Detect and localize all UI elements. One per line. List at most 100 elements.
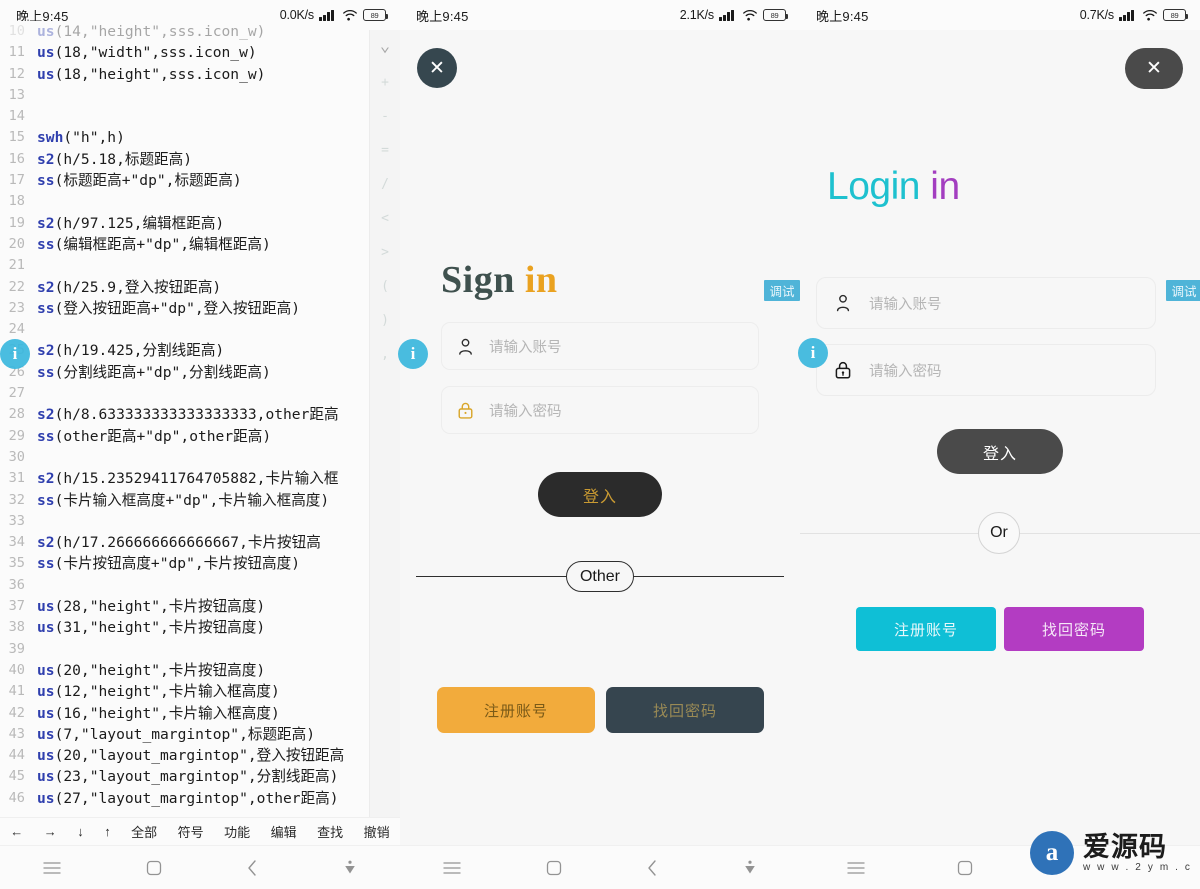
panel-code-editor: 晚上9:45 0.0K/s 89 10 us(14,"height",sss.ic… — [0, 0, 400, 889]
home-square-icon[interactable] — [546, 860, 562, 876]
code-line[interactable]: 16 s2(h/5.18,标题距高) — [0, 149, 369, 170]
login-button[interactable]: 登入 — [937, 429, 1063, 474]
code-line[interactable]: 46 us(27,"layout_margintop",other距高) — [0, 788, 369, 809]
home-square-icon[interactable] — [146, 860, 162, 876]
toolbar-function[interactable]: 功能 — [224, 822, 250, 841]
info-floating-icon[interactable]: i — [398, 339, 428, 369]
panel-login-in: 晚上9:45 0.7K/s 89 ✕ Login in 请输入账号 请输入密码 … — [800, 0, 1200, 889]
code-line[interactable]: 11 us(18,"width",sss.icon_w) — [0, 42, 369, 63]
download-arrow-icon[interactable] — [742, 860, 758, 876]
username-field[interactable]: 请输入账号 — [816, 277, 1156, 329]
symbol-rail-item[interactable]: / — [381, 168, 389, 202]
symbol-rail-item[interactable]: > — [381, 236, 389, 270]
toolbar-find[interactable]: 查找 — [317, 822, 343, 841]
code-line[interactable]: 36 — [0, 575, 369, 596]
code-line[interactable]: 37 us(28,"height",卡片按钮高度) — [0, 596, 369, 617]
info-floating-icon[interactable]: i — [798, 338, 828, 368]
code-line[interactable]: 22 s2(h/25.9,登入按钮距高) — [0, 277, 369, 298]
forgot-password-button-sign-in[interactable]: 找回密码 — [606, 687, 764, 733]
code-line[interactable]: 27 — [0, 383, 369, 404]
download-arrow-icon[interactable] — [342, 860, 358, 876]
code-line[interactable]: 29 ss(other距高+"dp",other距高) — [0, 426, 369, 447]
back-chevron-icon[interactable] — [646, 859, 658, 877]
code-line[interactable]: 10 us(14,"height",sss.icon_w) — [0, 21, 369, 42]
menu-icon[interactable] — [442, 861, 462, 875]
editor-area[interactable]: 10 us(14,"height",sss.icon_w) 11 us(18,"wid… — [0, 21, 400, 845]
code-text[interactable]: 10 us(14,"height",sss.icon_w) 11 us(18,"wid… — [0, 21, 369, 845]
login-button[interactable]: 登入 — [538, 472, 662, 517]
symbol-rail-item[interactable]: = — [381, 134, 389, 168]
code-line[interactable]: 31 s2(h/15.23529411764705882,卡片输入框 — [0, 468, 369, 489]
toolbar-symbol[interactable]: 符号 — [178, 822, 204, 841]
navbar-2[interactable] — [400, 845, 800, 889]
code-line[interactable]: 18 — [0, 191, 369, 212]
symbol-rail-item[interactable]: ( — [381, 270, 389, 304]
code-line[interactable]: 19 s2(h/97.125,编辑框距高) — [0, 213, 369, 234]
forgot-password-button-login-in[interactable]: 找回密码 — [1004, 607, 1144, 651]
symbol-rail-item[interactable]: - — [381, 100, 389, 134]
code-line[interactable]: 14 — [0, 106, 369, 127]
toolbar-arrow-left[interactable]: ← — [10, 824, 23, 839]
register-button-sign-in[interactable]: 注册账号 — [437, 687, 595, 733]
code-line[interactable]: 38 us(31,"height",卡片按钮高度) — [0, 617, 369, 638]
navbar-1[interactable] — [0, 845, 400, 889]
menu-icon[interactable] — [42, 861, 62, 875]
code-text-content: swh("h",h) — [37, 129, 125, 147]
debug-badge[interactable]: 调试 — [1166, 280, 1200, 301]
code-line[interactable]: 23 ss(登入按钮距高+"dp",登入按钮距高) — [0, 298, 369, 319]
toolbar-all[interactable]: 全部 — [131, 822, 157, 841]
symbol-rail-item[interactable]: < — [381, 202, 389, 236]
toolbar-arrow-down[interactable]: ↓ — [77, 824, 84, 839]
toolbar-edit[interactable]: 编辑 — [271, 822, 297, 841]
code-line[interactable]: 42 us(16,"height",卡片输入框高度) — [0, 703, 369, 724]
code-text-content — [34, 511, 37, 532]
code-line[interactable]: 20 ss(编辑框距高+"dp",编辑框距高) — [0, 234, 369, 255]
code-line[interactable]: 32 ss(卡片输入框高度+"dp",卡片输入框高度) — [0, 490, 369, 511]
code-line[interactable]: 17 ss(标题距高+"dp",标题距高) — [0, 170, 369, 191]
line-number: 11 — [8, 44, 25, 61]
symbol-rail-item[interactable]: , — [381, 338, 389, 372]
chevron-down-icon[interactable]: ⌄ — [380, 36, 390, 56]
toolbar-arrow-right[interactable]: → — [44, 824, 57, 839]
code-line[interactable]: 21 — [0, 255, 369, 276]
close-button[interactable]: ✕ — [1125, 48, 1183, 89]
debug-badge[interactable]: 调试 — [764, 280, 800, 301]
code-line[interactable]: 39 — [0, 639, 369, 660]
code-line[interactable]: 24 — [0, 319, 369, 340]
home-square-icon[interactable] — [957, 860, 973, 876]
code-text-content: ss(标题距高+"dp",标题距高) — [37, 172, 242, 190]
menu-icon[interactable] — [846, 861, 866, 875]
code-line[interactable]: 45 us(23,"layout_margintop",分割线距高) — [0, 766, 369, 787]
username-field[interactable]: 请输入账号 — [441, 322, 759, 370]
code-line[interactable]: 34 s2(h/17.266666666666667,卡片按钮高 — [0, 532, 369, 553]
close-button[interactable]: ✕ — [417, 48, 457, 88]
symbol-rail-item[interactable]: + — [381, 66, 389, 100]
code-line[interactable]: 30 — [0, 447, 369, 468]
code-line[interactable]: 41 us(12,"height",卡片输入框高度) — [0, 681, 369, 702]
username-placeholder: 请输入账号 — [869, 296, 942, 313]
symbol-rail[interactable]: ⌄ + - = / < >(), — [369, 30, 400, 845]
code-line[interactable]: 15 swh("h",h) — [0, 127, 369, 148]
code-line[interactable]: 43 us(7,"layout_margintop",标题距高) — [0, 724, 369, 745]
code-line[interactable]: 40 us(20,"height",卡片按钮高度) — [0, 660, 369, 681]
symbol-rail-item[interactable]: ) — [381, 304, 389, 338]
password-field[interactable]: 请输入密码 — [441, 386, 759, 434]
code-line[interactable]: 44 us(20,"layout_margintop",登入按钮距高 — [0, 745, 369, 766]
code-line[interactable]: 25s2(h/19.425,分割线距高) — [0, 340, 369, 361]
code-line[interactable]: 33 — [0, 511, 369, 532]
watermark-url: w w w . 2 y m . c — [1082, 861, 1192, 873]
code-line[interactable]: 26 ss(分割线距高+"dp",分割线距高) — [0, 362, 369, 383]
toolbar-arrow-up[interactable]: ↑ — [104, 824, 111, 839]
line-number: 20 — [8, 235, 25, 252]
back-chevron-icon[interactable] — [246, 859, 258, 877]
code-line[interactable]: 35 ss(卡片按钮高度+"dp",卡片按钮高度) — [0, 553, 369, 574]
code-line[interactable]: 13 — [0, 85, 369, 106]
watermark-title: 爱源码 — [1082, 831, 1167, 862]
code-line[interactable]: 12 us(18,"height",sss.icon_w) — [0, 64, 369, 85]
toolbar-undo[interactable]: 撤销 — [364, 822, 390, 841]
code-line[interactable]: 28 s2(h/8.633333333333333333,other距高 — [0, 404, 369, 425]
editor-toolbar[interactable]: ← → ↓ ↑ 全部 符号 功能 编辑 查找 撤销 — [0, 817, 400, 845]
register-button-login-in[interactable]: 注册账号 — [856, 607, 996, 651]
password-field[interactable]: 请输入密码 — [816, 344, 1156, 396]
info-floating-icon[interactable]: i — [0, 339, 30, 369]
